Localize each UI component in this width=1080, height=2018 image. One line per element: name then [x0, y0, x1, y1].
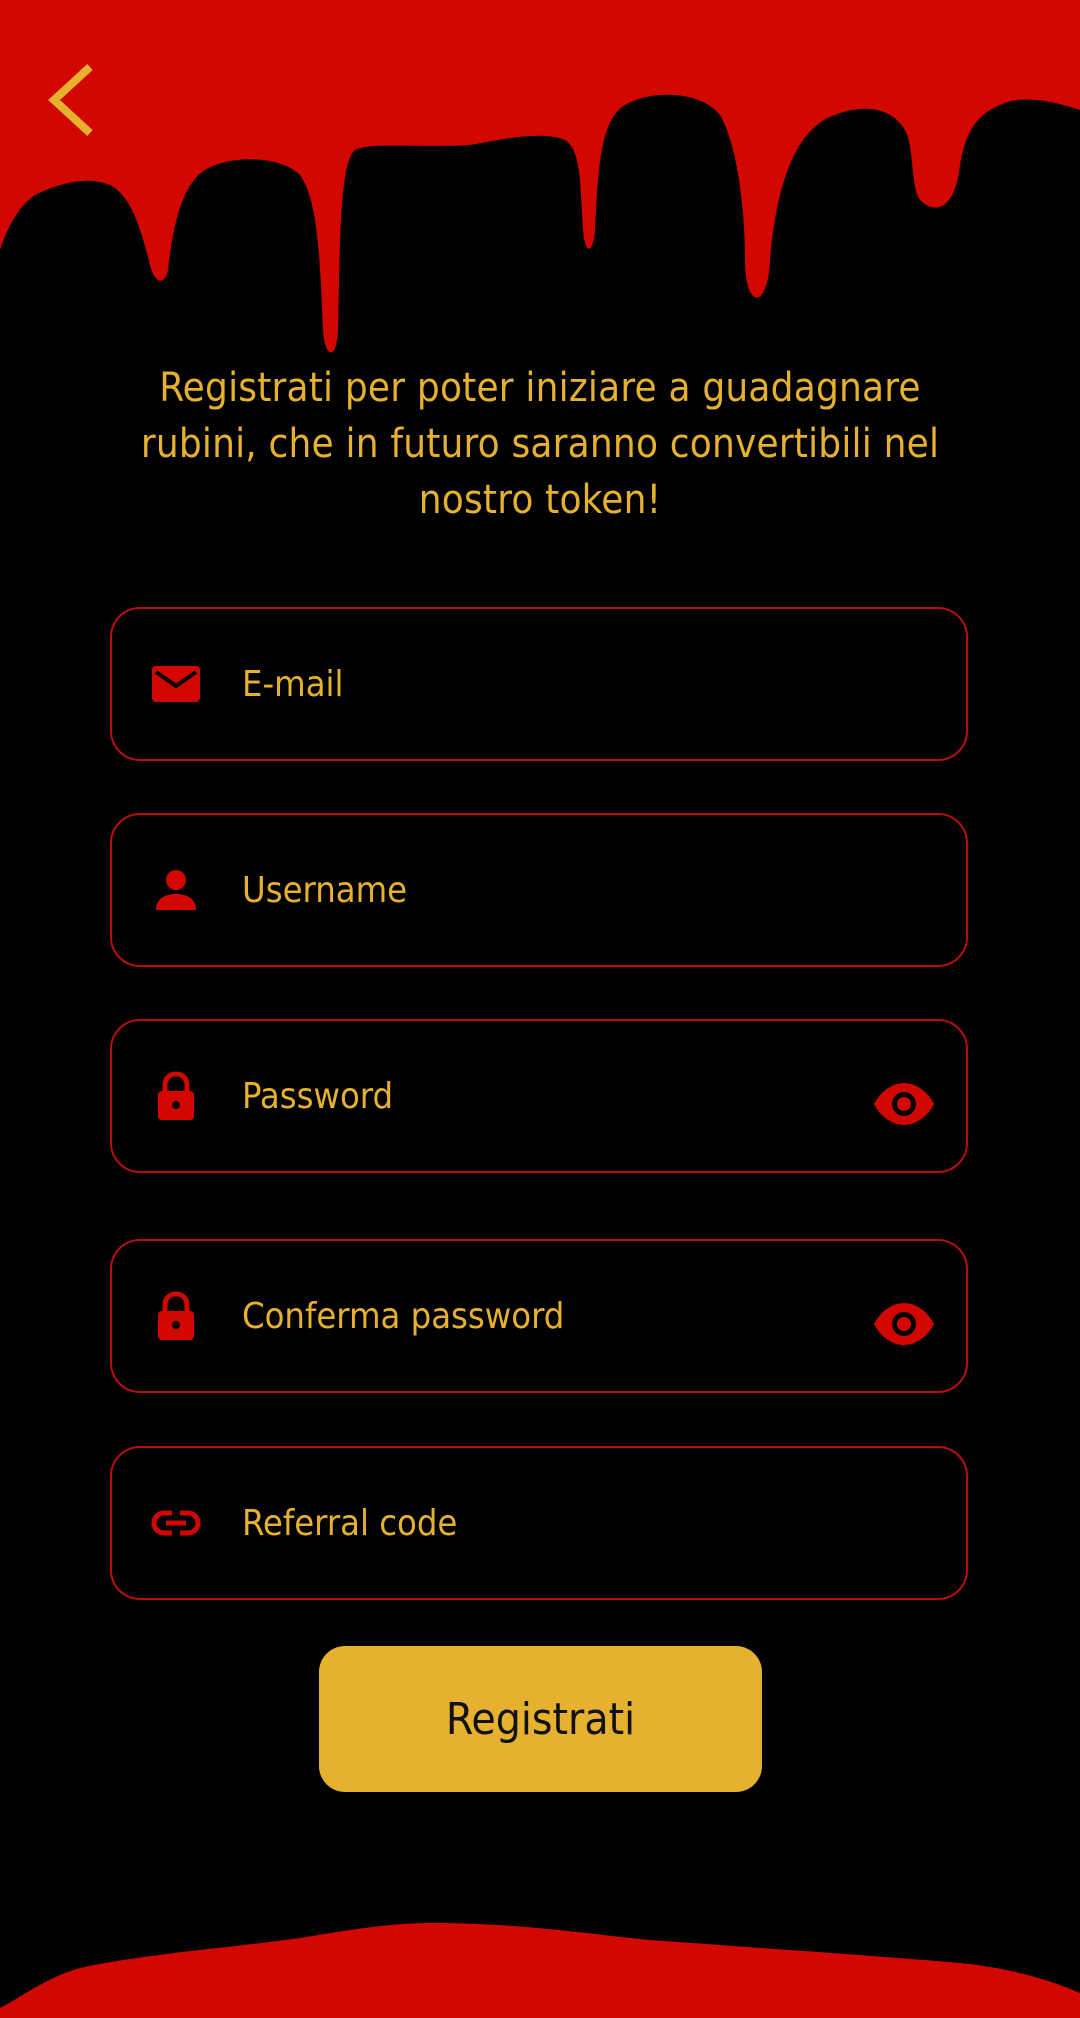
referral-code-input[interactable]: [242, 1493, 842, 1553]
register-button[interactable]: Registrati: [319, 1646, 762, 1792]
email-field[interactable]: [110, 607, 968, 761]
envelope-icon: [150, 658, 202, 710]
lock-icon: [150, 1070, 202, 1122]
lock-icon: [150, 1290, 202, 1342]
chevron-left-icon: [48, 64, 93, 136]
intro-text: Registrati per poter iniziare a guadagna…: [140, 365, 940, 523]
eye-icon[interactable]: [872, 1301, 936, 1347]
password-field[interactable]: [110, 1019, 968, 1173]
username-input[interactable]: [242, 860, 842, 920]
confirm-password-input[interactable]: [242, 1286, 842, 1346]
link-icon: [150, 1497, 202, 1549]
top-drip-decoration: [0, 0, 1080, 353]
referral-code-field[interactable]: [110, 1446, 968, 1600]
password-input[interactable]: [242, 1066, 842, 1126]
back-button[interactable]: [40, 55, 110, 145]
confirm-password-field[interactable]: [110, 1239, 968, 1393]
email-input[interactable]: [242, 654, 842, 714]
eye-icon[interactable]: [872, 1081, 936, 1127]
bottom-drip-decoration: [0, 1923, 1080, 2018]
username-field[interactable]: [110, 813, 968, 967]
person-icon: [150, 864, 202, 916]
